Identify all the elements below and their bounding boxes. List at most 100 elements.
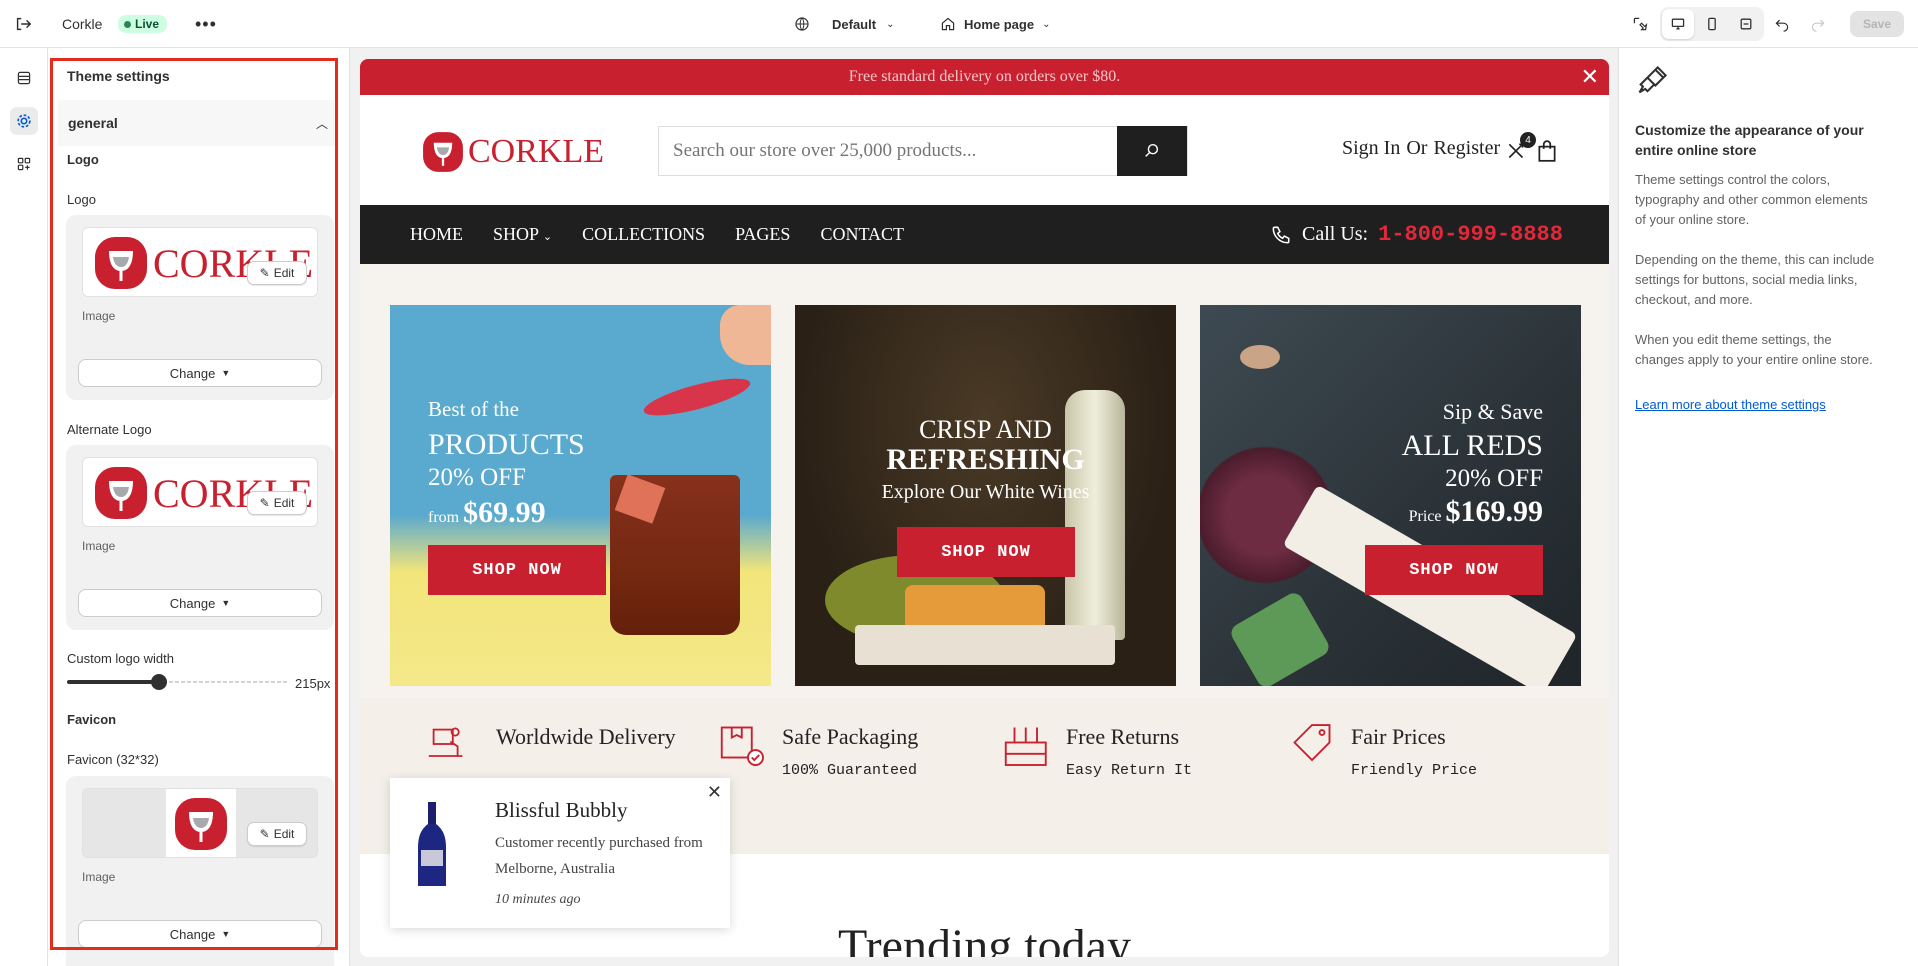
redo-icon[interactable] — [1810, 0, 1826, 48]
banner3-line1: Sip & Save — [1442, 399, 1543, 424]
theme-select[interactable]: Default ⌄ — [794, 0, 894, 48]
fullscreen-view-button[interactable] — [1730, 9, 1762, 39]
favicon-edit-button[interactable]: ✎ Edit — [247, 822, 307, 846]
popup-close-icon[interactable]: ✕ — [707, 782, 722, 803]
account-links: Sign In Or Register — [1342, 137, 1500, 160]
banner1-line1: Best of the — [428, 397, 519, 421]
custom-logo-width-value: 215px — [295, 676, 331, 691]
banner3-shop-button[interactable]: SHOP NOW — [1365, 545, 1543, 595]
favicon-change-button[interactable]: Change ▼ — [78, 920, 322, 948]
promo-banner-3[interactable]: Sip & Save ALL REDS 20% OFF Price $169.9… — [1200, 305, 1581, 686]
search-button[interactable] — [1117, 126, 1187, 176]
panel-title: Theme settings — [67, 68, 170, 84]
promo-banner-1[interactable]: Best of the PRODUCTS 20% OFF from $69.99… — [390, 305, 771, 686]
banner3-line2: ALL REDS — [1401, 429, 1543, 462]
theme-select-label: Default — [832, 16, 877, 32]
store-search-input[interactable] — [659, 127, 1187, 175]
custom-logo-width-slider[interactable] — [67, 672, 287, 692]
register-link[interactable]: Register — [1433, 137, 1500, 160]
compare-button[interactable]: 4 — [1506, 132, 1536, 168]
nav-collections[interactable]: COLLECTIONS — [582, 224, 705, 245]
slider-thumb[interactable] — [151, 674, 168, 690]
phone-number[interactable]: 1-800-999-8888 — [1378, 222, 1563, 247]
live-dot-icon — [124, 20, 131, 28]
nav-shop[interactable]: SHOP ⌄ — [493, 224, 552, 245]
nav-contact[interactable]: CONTACT — [820, 224, 904, 245]
pencil-icon: ✎ — [259, 827, 270, 841]
nav-pages[interactable]: PAGES — [735, 224, 790, 245]
mobile-view-button[interactable] — [1696, 9, 1728, 39]
general-section-label: general — [68, 115, 118, 131]
recent-purchase-popup: Blissful Bubbly Customer recently purcha… — [390, 778, 730, 928]
nav-home[interactable]: HOME — [410, 224, 463, 245]
promo-banner-2[interactable]: CRISP AND REFRESHING Explore Our White W… — [795, 305, 1176, 686]
popup-product-name[interactable]: Blissful Bubbly — [495, 798, 627, 823]
logo-edit-button[interactable]: ✎ Edit — [247, 261, 307, 285]
chevron-down-icon: ⌄ — [1042, 18, 1051, 30]
alt-logo-edit-label: Edit — [273, 496, 295, 510]
corkle-logo-mark — [95, 237, 147, 289]
custom-logo-width-label: Custom logo width — [67, 651, 174, 666]
sign-in-link[interactable]: Sign In — [1342, 137, 1400, 160]
apps-button[interactable] — [10, 150, 38, 178]
store-logo[interactable]: CORKLE — [420, 127, 604, 177]
banner2-line2: REFRESHING — [886, 443, 1085, 476]
alt-logo-edit-button[interactable]: ✎ Edit — [247, 491, 307, 515]
learn-more-link[interactable]: Learn more about theme settings — [1635, 397, 1826, 412]
banner3-price: $169.99 — [1445, 495, 1544, 528]
logo-change-label: Change — [169, 365, 216, 381]
alt-logo-change-button[interactable]: Change ▼ — [78, 589, 322, 617]
logo-heading: Logo — [67, 152, 99, 167]
banner1-from: from — [428, 509, 460, 526]
fullscreen-icon — [1740, 18, 1752, 30]
call-label: Call Us: — [1302, 223, 1369, 245]
inspector-icon[interactable] — [1632, 0, 1648, 48]
pencil-icon: ✎ — [259, 266, 270, 280]
phone-icon — [1272, 226, 1290, 243]
mobile-icon — [1708, 17, 1716, 31]
undo-icon[interactable] — [1774, 0, 1790, 48]
save-button[interactable]: Save — [1850, 11, 1904, 37]
popup-time: 10 minutes ago — [495, 892, 581, 907]
announcement-bar: Free standard delivery on orders over $8… — [360, 59, 1609, 95]
favicon-field-label: Favicon (32*32) — [67, 752, 159, 767]
banner1-price: $69.99 — [463, 496, 546, 529]
alt-logo-thumbnail[interactable]: CORKLE ✎ Edit — [82, 457, 318, 527]
more-actions-icon[interactable]: ••• — [195, 0, 217, 48]
alt-logo-image-label: Image — [82, 539, 116, 553]
theme-settings-panel: Theme settings general ︿ Logo Logo CORKL… — [48, 48, 350, 966]
popup-text: Customer recently purchased from Melborn… — [495, 835, 703, 877]
desktop-view-button[interactable] — [1662, 9, 1694, 39]
banner1-shop-button[interactable]: SHOP NOW — [428, 545, 606, 595]
theme-settings-button[interactable] — [10, 107, 38, 135]
logo-change-button[interactable]: Change ▼ — [78, 359, 322, 387]
sections-icon — [17, 71, 31, 85]
page-select[interactable]: Home page ⌄ — [940, 0, 1050, 48]
exit-button[interactable] — [14, 0, 32, 48]
info-paragraph-2: Depending on the theme, this can include… — [1635, 252, 1875, 307]
general-section-header[interactable]: general ︿ — [58, 100, 338, 146]
chevron-down-icon: ⌄ — [542, 231, 553, 243]
info-paragraph-1: Theme settings control the colors, typog… — [1635, 172, 1868, 227]
logo-thumbnail[interactable]: CORKLE ✎ Edit — [82, 227, 318, 297]
banner3-from: Price — [1408, 508, 1442, 525]
close-icon[interactable]: ✕ — [1581, 64, 1599, 90]
package-icon — [720, 726, 764, 766]
favicon-edit-label: Edit — [273, 827, 295, 841]
logo-picker: CORKLE ✎ Edit Image Change ▼ — [66, 215, 334, 400]
banner2-shop-button[interactable]: SHOP NOW — [897, 527, 1075, 577]
nav-shop-label: SHOP — [493, 224, 539, 244]
cart-button[interactable] — [1536, 139, 1558, 168]
chevron-down-icon: ▼ — [221, 368, 231, 378]
feature1-title: Worldwide Delivery — [496, 724, 676, 749]
store-logo-mark — [423, 132, 463, 172]
feature3-title: Free Returns — [1066, 724, 1180, 749]
feature2-sub: 100% Guaranteed — [782, 762, 918, 779]
product-bottle-image — [418, 802, 446, 886]
pencil-icon: ✎ — [259, 496, 270, 510]
price-tag-icon — [1293, 724, 1331, 762]
sections-button[interactable] — [10, 64, 38, 92]
favicon-logo-mark — [175, 798, 227, 850]
favicon-thumbnail[interactable]: ✎ Edit — [82, 788, 318, 858]
info-heading: Customize the appearance of your entire … — [1635, 122, 1864, 158]
